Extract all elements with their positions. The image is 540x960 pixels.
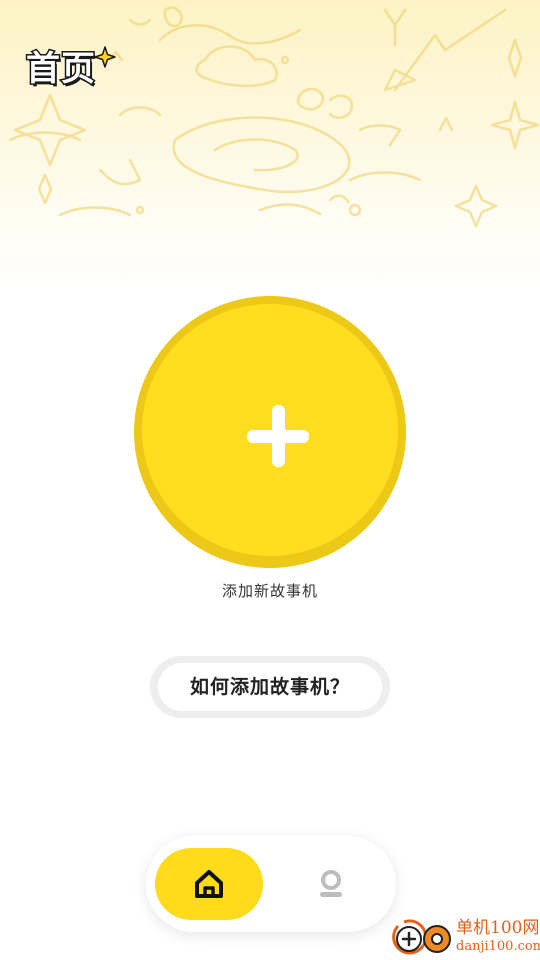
nav-profile-tab[interactable] <box>296 848 366 920</box>
add-device-button-face <box>142 304 398 556</box>
page-title: 首页 <box>25 49 97 89</box>
home-icon <box>195 870 223 898</box>
watermark-logo-icon <box>392 919 451 955</box>
how-to-add-button[interactable]: 如何添加故事机？ <box>150 656 390 718</box>
how-to-add-button-face: 如何添加故事机？ <box>158 663 382 711</box>
sparkle-icon <box>94 46 116 68</box>
header-background <box>0 0 540 290</box>
plus-icon <box>247 405 309 467</box>
watermark-name: 单机100网 <box>456 918 540 938</box>
watermark-domain: danji100.com <box>456 939 540 954</box>
bottom-nav <box>146 836 396 932</box>
how-to-add-label: 如何添加故事机？ <box>189 676 350 698</box>
watermark: 单机100网 danji100.com <box>390 916 540 960</box>
doodle-pattern <box>8 6 540 228</box>
add-device-label: 添加新故事机 <box>221 582 318 600</box>
profile-icon <box>320 870 342 897</box>
add-device-button[interactable] <box>134 296 406 568</box>
plus-icon-vertical <box>272 405 285 467</box>
nav-home-tab[interactable] <box>155 848 263 920</box>
